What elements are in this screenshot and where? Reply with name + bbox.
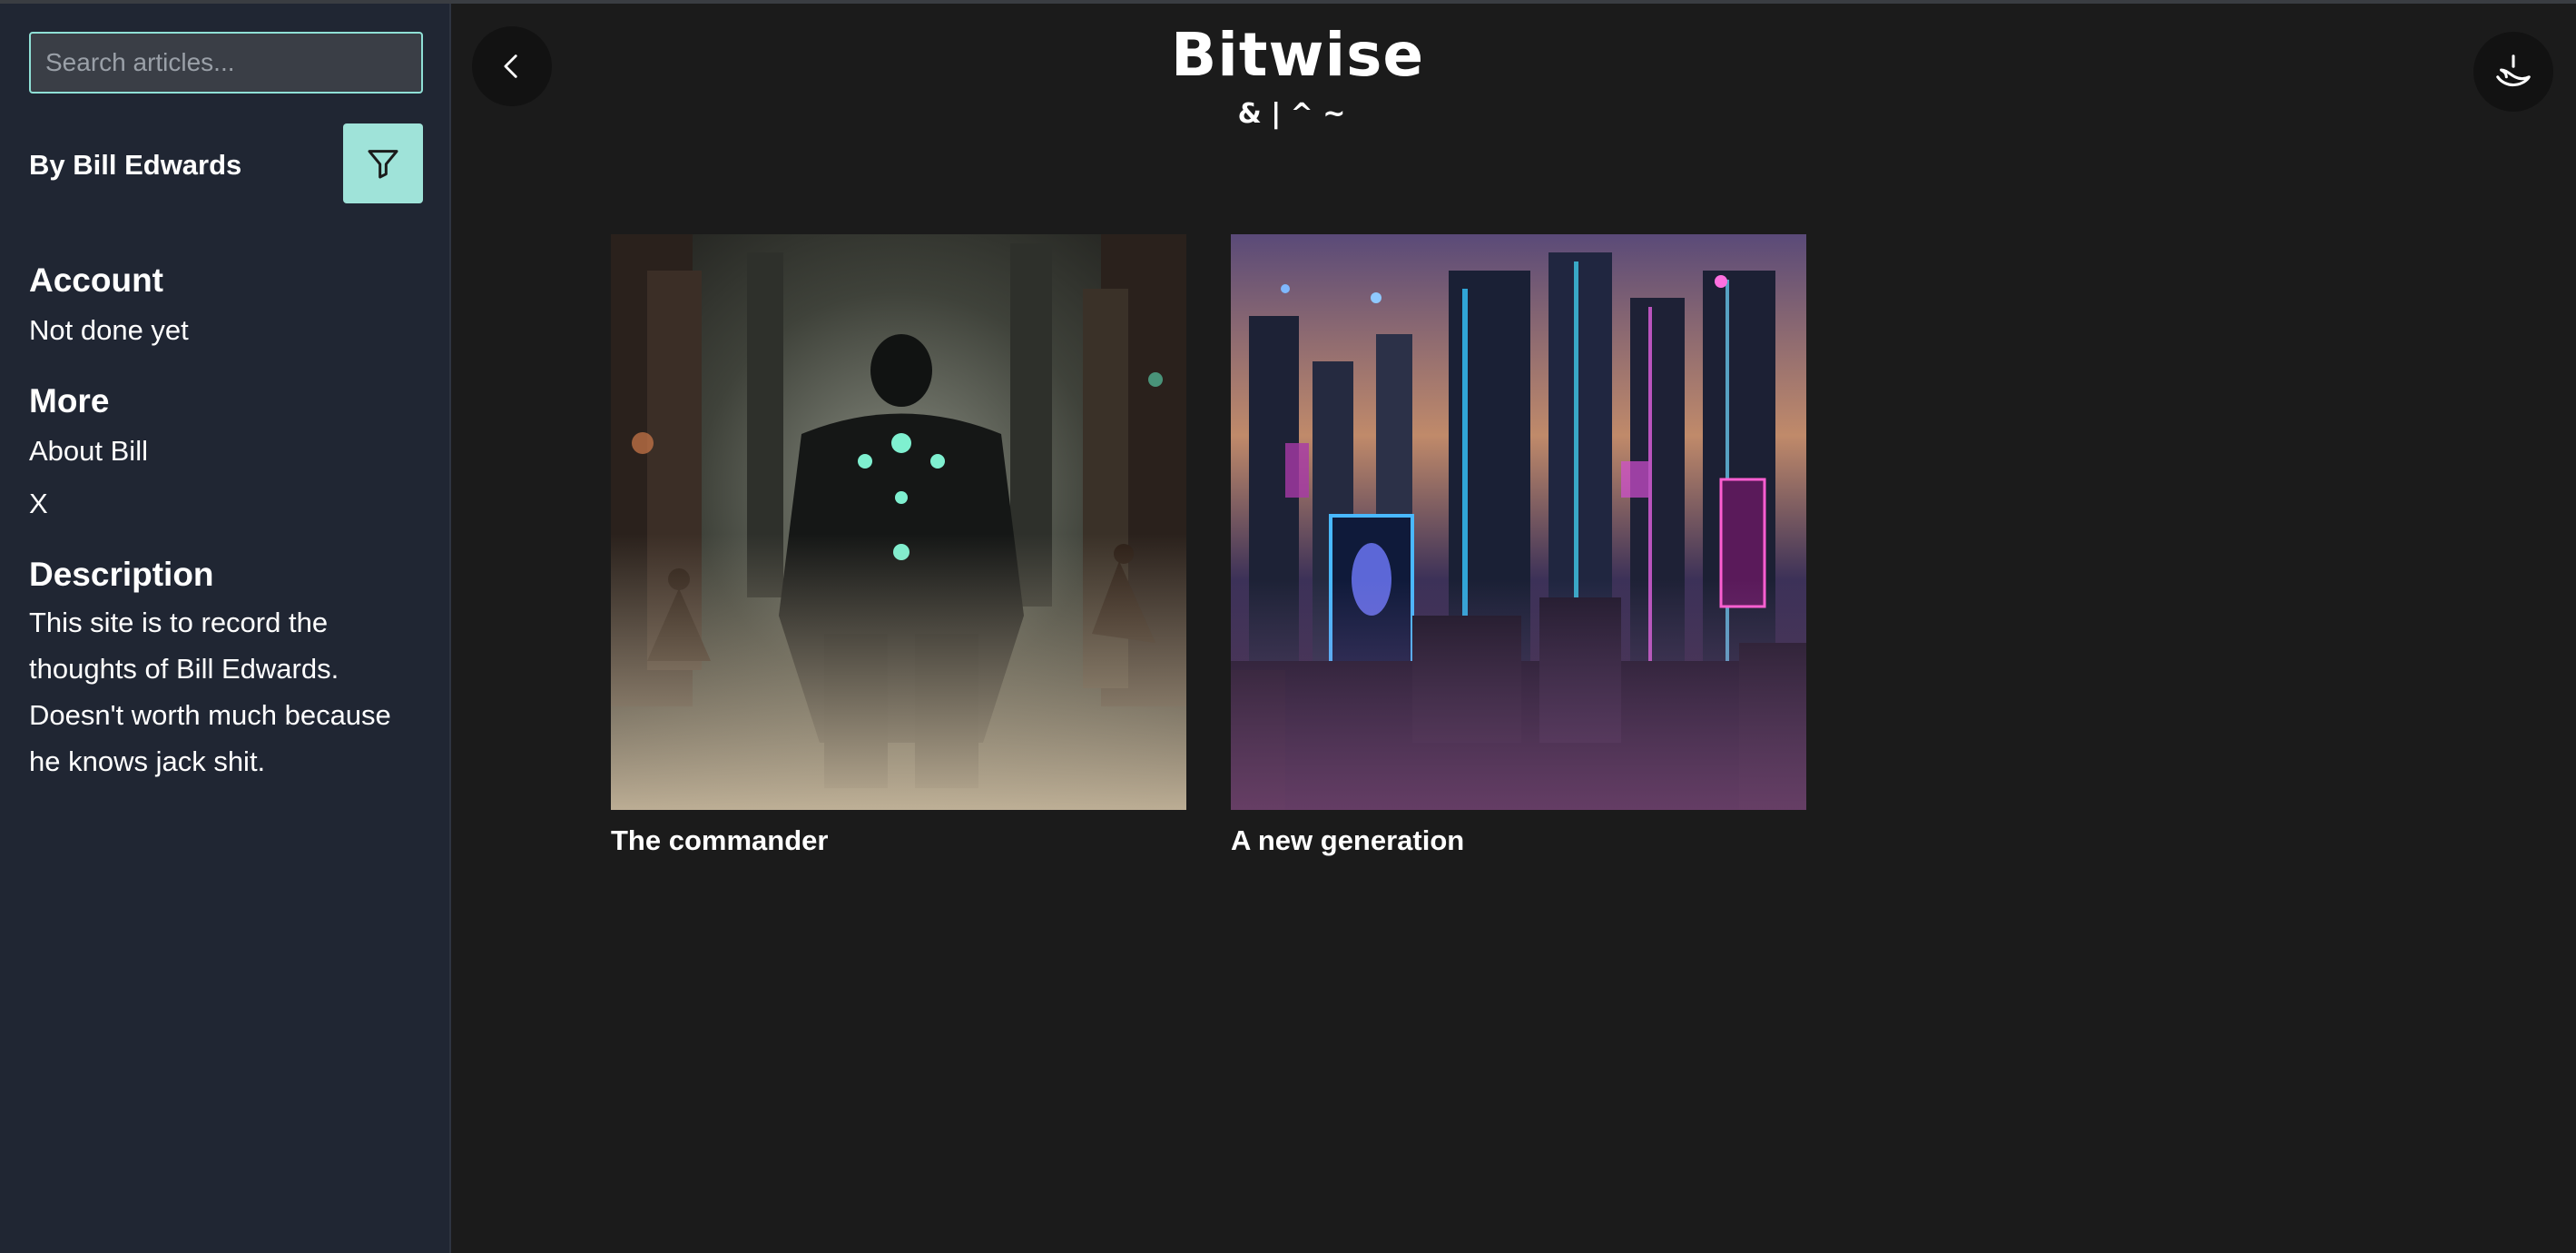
author-byline: By Bill Edwards (29, 149, 242, 181)
chevron-left-icon (504, 54, 517, 78)
sidebar: By Bill Edwards Account Not done yet Mor… (0, 4, 451, 1253)
article-title[interactable]: A new generation (1231, 824, 1806, 857)
search-input[interactable] (29, 32, 423, 94)
article-card[interactable]: The commander (611, 234, 1186, 857)
section-title-description: Description (29, 556, 214, 593)
filter-icon (368, 150, 398, 179)
site-title: Bitwise (1171, 20, 1425, 90)
section-title-more: More (29, 382, 110, 419)
site-subtitle: & | ^ ~ (1237, 98, 1346, 130)
article-card[interactable]: A new generation (1231, 234, 1806, 857)
about-bill-link[interactable]: About Bill (29, 435, 148, 468)
site-description: This site is to record the thoughts of B… (29, 607, 391, 777)
account-status-text: Not done yet (29, 314, 189, 346)
theme-icon (2496, 54, 2531, 87)
filter-button[interactable] (343, 123, 423, 203)
section-title-account: Account (29, 261, 163, 299)
x-link[interactable]: X (29, 488, 48, 520)
theme-toggle-button[interactable] (2473, 32, 2553, 112)
neon-city-image (1231, 234, 1806, 810)
cyberpunk-soldier-image (611, 234, 1186, 810)
article-title[interactable]: The commander (611, 824, 1186, 857)
back-button[interactable] (472, 26, 552, 106)
